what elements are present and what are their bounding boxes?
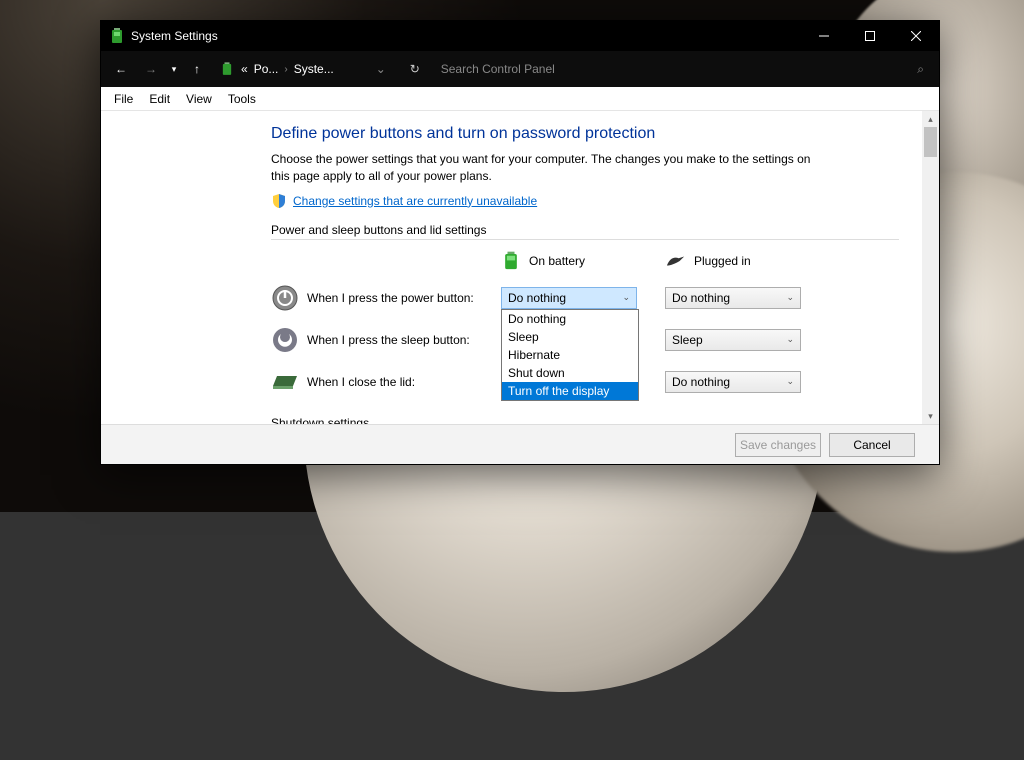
- shield-icon: [271, 193, 287, 209]
- chevron-down-icon: ⌄: [786, 376, 794, 387]
- lid-icon: [271, 368, 299, 396]
- content-area: Define power buttons and turn on passwor…: [101, 111, 939, 424]
- change-settings-link[interactable]: Change settings that are currently unava…: [293, 194, 537, 208]
- breadcrumb-pre[interactable]: «: [241, 62, 248, 76]
- section-shutdown-title: Shutdown settings: [271, 416, 899, 424]
- menu-tools[interactable]: Tools: [221, 89, 263, 109]
- maximize-button[interactable]: [847, 21, 893, 51]
- vertical-scrollbar[interactable]: ▴ ▾: [922, 111, 939, 424]
- chevron-down-icon: ⌄: [786, 334, 794, 345]
- nav-forward-button[interactable]: →: [137, 55, 165, 83]
- option-shut-down[interactable]: Shut down: [502, 364, 638, 382]
- titlebar[interactable]: System Settings: [101, 21, 939, 51]
- refresh-button[interactable]: ↻: [400, 55, 430, 83]
- chevron-down-icon: ⌄: [786, 292, 794, 303]
- battery-app-icon: [109, 28, 125, 44]
- save-button[interactable]: Save changes: [735, 433, 821, 457]
- page-title: Define power buttons and turn on passwor…: [271, 125, 899, 143]
- system-settings-window: System Settings ← → ▾ ↑ « Po... › Syste.…: [100, 20, 940, 465]
- power-battery-select[interactable]: Do nothing⌄ Do nothing Sleep Hibernate S…: [501, 287, 637, 309]
- row-label: When I press the sleep button:: [307, 333, 501, 347]
- address-bar[interactable]: « Po... › Syste... ⌄: [213, 61, 398, 77]
- option-do-nothing[interactable]: Do nothing: [502, 310, 638, 328]
- battery-icon: [501, 250, 521, 272]
- lid-plugged-select[interactable]: Do nothing⌄: [665, 371, 801, 393]
- power-plugged-select[interactable]: Do nothing⌄: [665, 287, 801, 309]
- search-box[interactable]: ⌕: [432, 55, 933, 83]
- header-battery: On battery: [529, 254, 585, 268]
- close-button[interactable]: [893, 21, 939, 51]
- row-label: When I press the power button:: [307, 291, 501, 305]
- address-dropdown-button[interactable]: ⌄: [370, 62, 392, 76]
- option-hibernate[interactable]: Hibernate: [502, 346, 638, 364]
- power-icon: [271, 284, 299, 312]
- chevron-down-icon: ⌄: [622, 292, 630, 303]
- nav-recent-dropdown[interactable]: ▾: [167, 55, 181, 83]
- plug-icon: [666, 250, 686, 272]
- sleep-plugged-select[interactable]: Sleep⌄: [665, 329, 801, 351]
- divider: [271, 239, 899, 240]
- page-description: Choose the power settings that you want …: [271, 151, 831, 185]
- row-power-button: When I press the power button: Do nothin…: [271, 284, 899, 312]
- nav-up-button[interactable]: ↑: [183, 55, 211, 83]
- option-sleep[interactable]: Sleep: [502, 328, 638, 346]
- power-battery-dropdown: Do nothing Sleep Hibernate Shut down Tur…: [501, 309, 639, 401]
- nav-toolbar: ← → ▾ ↑ « Po... › Syste... ⌄ ↻ ⌕: [101, 51, 939, 87]
- search-input[interactable]: [441, 62, 912, 76]
- section-power-title: Power and sleep buttons and lid settings: [271, 223, 899, 237]
- scroll-down-icon[interactable]: ▾: [922, 408, 939, 424]
- breadcrumb-b[interactable]: Syste...: [294, 62, 334, 76]
- search-icon[interactable]: ⌕: [917, 62, 924, 77]
- sleep-icon: [271, 326, 299, 354]
- menu-view[interactable]: View: [179, 89, 219, 109]
- chevron-right-icon: ›: [284, 64, 287, 75]
- menu-bar: File Edit View Tools: [101, 87, 939, 111]
- battery-icon: [219, 61, 235, 77]
- breadcrumb-a[interactable]: Po...: [254, 62, 279, 76]
- header-plugged: Plugged in: [694, 254, 751, 268]
- minimize-button[interactable]: [801, 21, 847, 51]
- option-turn-off-display[interactable]: Turn off the display: [502, 382, 638, 400]
- window-title: System Settings: [131, 29, 801, 43]
- menu-edit[interactable]: Edit: [142, 89, 177, 109]
- nav-back-button[interactable]: ←: [107, 55, 135, 83]
- footer-bar: Save changes Cancel: [101, 424, 939, 464]
- row-label: When I close the lid:: [307, 375, 501, 389]
- scroll-up-icon[interactable]: ▴: [922, 111, 939, 127]
- cancel-button[interactable]: Cancel: [829, 433, 915, 457]
- scroll-thumb[interactable]: [924, 127, 937, 157]
- menu-file[interactable]: File: [107, 89, 140, 109]
